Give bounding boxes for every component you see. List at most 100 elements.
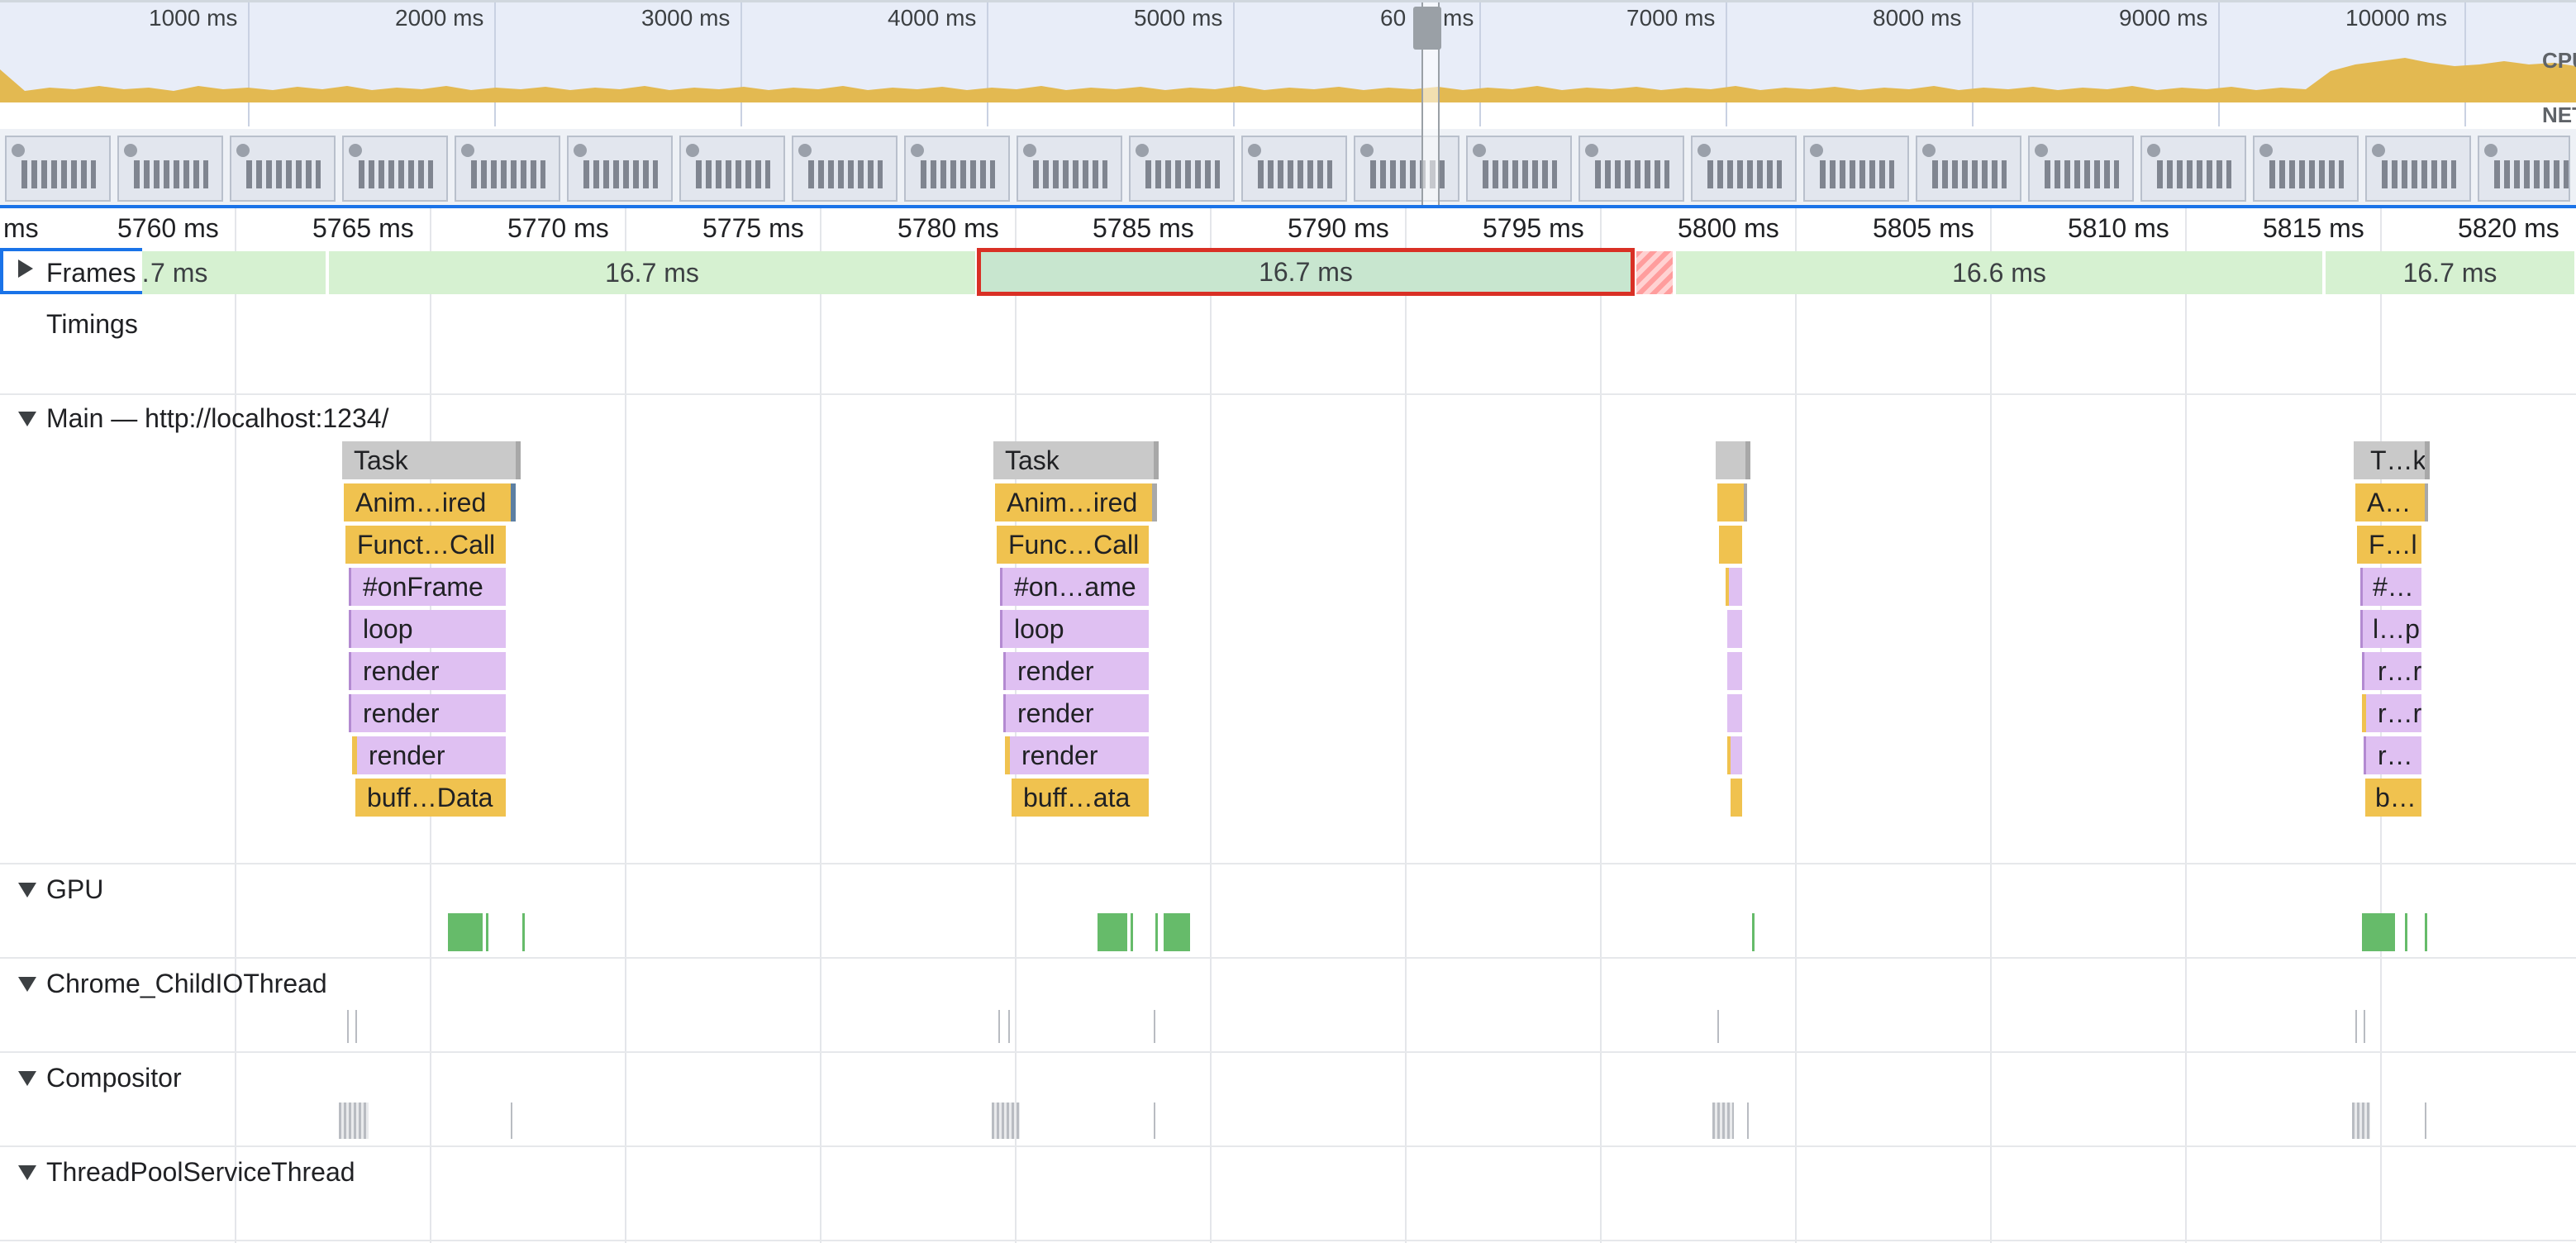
frame-segment-selected[interactable]: 16.7 ms (977, 248, 1635, 296)
flame-onframe[interactable]: #on…ame (1000, 568, 1149, 606)
screenshot-thumbnail[interactable] (455, 136, 560, 202)
screenshot-thumbnail[interactable] (1129, 136, 1235, 202)
thread-event[interactable] (998, 1010, 1000, 1043)
screenshot-thumbnail[interactable] (2028, 136, 2134, 202)
flame-task[interactable] (1716, 441, 1750, 479)
screenshot-thumbnail[interactable] (1354, 136, 1459, 202)
collapse-triangle-icon[interactable] (18, 883, 36, 898)
compositor-thread-title[interactable]: Compositor (46, 1063, 182, 1093)
gpu-task[interactable] (1155, 913, 1158, 951)
flame-function-call[interactable]: F…l (2357, 526, 2421, 564)
thread-event[interactable] (355, 1010, 357, 1043)
thread-event[interactable] (1008, 1010, 1010, 1043)
flame-render[interactable]: render (352, 736, 506, 774)
frame-segment[interactable]: 16.7 ms (329, 251, 977, 294)
gpu-task[interactable] (1131, 913, 1133, 951)
gpu-task[interactable] (1164, 913, 1190, 951)
screenshot-thumbnail[interactable] (1803, 136, 1909, 202)
flame-render[interactable] (1727, 694, 1742, 732)
flame-loop[interactable]: loop (1000, 610, 1149, 648)
gpu-task[interactable] (1752, 913, 1755, 951)
frame-segment[interactable]: 16.6 ms (1676, 251, 2324, 294)
gpu-task[interactable] (1098, 913, 1127, 951)
screenshot-thumbnail[interactable] (2478, 136, 2570, 202)
thread-event[interactable] (347, 1010, 349, 1043)
flame-render[interactable]: r… (2364, 736, 2421, 774)
flame-onframe[interactable]: #onFrame (349, 568, 506, 606)
collapse-triangle-icon[interactable] (18, 412, 36, 426)
thread-event[interactable] (2355, 1010, 2357, 1043)
screenshot-thumbnail[interactable] (1466, 136, 1572, 202)
frame-segment[interactable]: 16.7 ms (2326, 251, 2576, 294)
flame-render[interactable]: render (1003, 652, 1149, 690)
screenshot-thumbnail[interactable] (117, 136, 223, 202)
flame-render[interactable]: render (349, 694, 506, 732)
screenshot-thumbnail[interactable] (904, 136, 1010, 202)
screenshot-thumbnail[interactable] (1241, 136, 1347, 202)
main-thread-title[interactable]: Main — http://localhost:1234/ (46, 403, 388, 434)
flame-loop[interactable]: l…p (2360, 610, 2421, 648)
screenshot-thumbnail[interactable] (342, 136, 448, 202)
screenshot-thumbnail[interactable] (567, 136, 673, 202)
compositor-event[interactable] (2425, 1103, 2426, 1139)
flame-function-call[interactable]: Func…Call (997, 526, 1149, 564)
flame-buffer-data[interactable]: buff…Data (355, 779, 506, 817)
compositor-event[interactable] (1154, 1103, 1155, 1139)
screenshot-thumbnail[interactable] (792, 136, 898, 202)
collapse-triangle-icon[interactable] (18, 977, 36, 992)
selection-drag-handle[interactable] (1413, 7, 1441, 50)
compositor-event[interactable] (1747, 1103, 1749, 1139)
timings-track-title[interactable]: Timings (46, 309, 138, 340)
flame-task[interactable]: Task (342, 441, 521, 479)
screenshot-thumbnail[interactable] (1691, 136, 1797, 202)
flame-animation-frame-fired[interactable]: A… (2355, 483, 2428, 521)
gpu-task[interactable] (448, 913, 483, 951)
screenshot-thumbnail[interactable] (1578, 136, 1684, 202)
flame-buffer-data[interactable] (1731, 779, 1742, 817)
flame-function-call[interactable] (1719, 526, 1742, 564)
screenshot-thumbnail[interactable] (679, 136, 785, 202)
dropped-frame[interactable] (1636, 251, 1674, 294)
thread-pool-title[interactable]: ThreadPoolServiceThread (46, 1157, 355, 1188)
thread-event[interactable] (1717, 1010, 1719, 1043)
compositor-events[interactable] (339, 1103, 369, 1139)
compositor-event[interactable] (511, 1103, 512, 1139)
gpu-task[interactable] (2425, 913, 2427, 951)
expand-triangle-icon[interactable] (18, 260, 33, 278)
flame-loop[interactable] (1727, 610, 1742, 648)
screenshot-thumbnail[interactable] (1916, 136, 2021, 202)
frames-track-header[interactable]: Frames (0, 248, 142, 294)
gpu-task[interactable] (2362, 913, 2395, 951)
flame-animation-frame-fired[interactable]: Anim…ired (995, 483, 1157, 521)
flame-onframe[interactable]: #… (2360, 568, 2421, 606)
flame-task[interactable]: Task (993, 441, 1159, 479)
compositor-events[interactable] (1712, 1103, 1734, 1139)
gpu-task[interactable] (522, 913, 525, 951)
screenshot-thumbnail[interactable] (1017, 136, 1122, 202)
flame-render[interactable]: r…r (2362, 652, 2421, 690)
flame-render[interactable]: r…r (2362, 694, 2421, 732)
gpu-task[interactable] (486, 913, 488, 951)
collapse-triangle-icon[interactable] (18, 1071, 36, 1086)
screenshot-thumbnail[interactable] (230, 136, 336, 202)
gpu-task[interactable] (2405, 913, 2407, 951)
collapse-triangle-icon[interactable] (18, 1165, 36, 1180)
flame-animation-frame-fired[interactable]: Anim…ired (344, 483, 516, 521)
flame-onframe[interactable] (1726, 568, 1742, 606)
flame-function-call[interactable]: Funct…Call (345, 526, 506, 564)
flame-task[interactable]: T…k (2354, 441, 2430, 479)
flame-render[interactable] (1727, 652, 1742, 690)
flame-animation-frame-fired[interactable] (1717, 483, 1747, 521)
gpu-track-title[interactable]: GPU (46, 874, 103, 905)
flame-render[interactable]: render (1003, 694, 1149, 732)
child-io-thread-title[interactable]: Chrome_ChildIOThread (46, 969, 327, 999)
flame-buffer-data[interactable]: b… (2365, 779, 2421, 817)
screenshot-thumbnail[interactable] (5, 136, 111, 202)
screenshot-thumbnail[interactable] (2365, 136, 2471, 202)
flame-render[interactable]: render (349, 652, 506, 690)
thread-event[interactable] (1154, 1010, 1155, 1043)
compositor-events[interactable] (2352, 1103, 2370, 1139)
flame-render[interactable] (1727, 736, 1742, 774)
flame-render[interactable]: render (1005, 736, 1149, 774)
compositor-events[interactable] (992, 1103, 1020, 1139)
